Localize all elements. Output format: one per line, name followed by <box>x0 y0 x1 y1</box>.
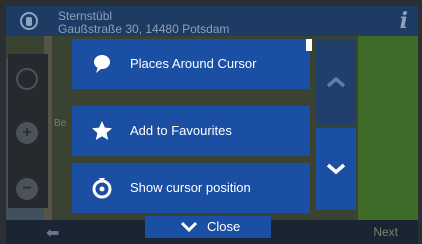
chevron-down-icon <box>326 163 346 175</box>
menu-item-show-cursor-position[interactable]: Show cursor position <box>72 163 310 213</box>
star-icon <box>92 121 112 140</box>
menu-scrollbar[interactable] <box>306 39 312 51</box>
back-arrow-icon[interactable]: ⬅ <box>46 223 59 243</box>
info-icon[interactable]: i <box>400 8 408 34</box>
menu-item-label: Places Around Cursor <box>130 56 257 71</box>
menu-item-label: Show cursor position <box>130 180 251 195</box>
cursor-position-icon <box>92 178 112 199</box>
locate-icon[interactable] <box>16 68 38 90</box>
next-button[interactable]: Next <box>373 225 398 239</box>
speech-bubble-icon <box>94 55 110 73</box>
menu-item-label: Add to Favourites <box>130 123 232 138</box>
location-address: Gaußstraße 30, 14480 Potsdam <box>58 22 230 36</box>
close-label: Close <box>207 219 241 234</box>
map-park-area <box>358 36 418 222</box>
chevron-up-icon <box>326 76 346 88</box>
zoom-in-button[interactable]: + <box>16 122 38 144</box>
map-controls: + − <box>8 54 48 208</box>
minus-icon: − <box>22 180 32 197</box>
scroll-down-button[interactable] <box>316 128 356 210</box>
menu-item-add-to-favourites[interactable]: Add to Favourites <box>72 106 310 156</box>
location-header: Sternstübl Gaußstraße 30, 14480 Potsdam … <box>6 6 418 36</box>
close-button[interactable]: Close <box>145 216 271 238</box>
location-pin-icon <box>20 12 38 30</box>
menu-item-places-around-cursor[interactable]: Places Around Cursor <box>72 39 310 89</box>
chevron-down-icon <box>181 221 197 233</box>
zoom-out-button[interactable]: − <box>16 178 38 200</box>
scroll-up-button[interactable] <box>316 39 356 125</box>
map-street-label: Be <box>54 118 67 129</box>
plus-icon: + <box>22 124 32 141</box>
location-name: Sternstübl <box>58 9 113 23</box>
